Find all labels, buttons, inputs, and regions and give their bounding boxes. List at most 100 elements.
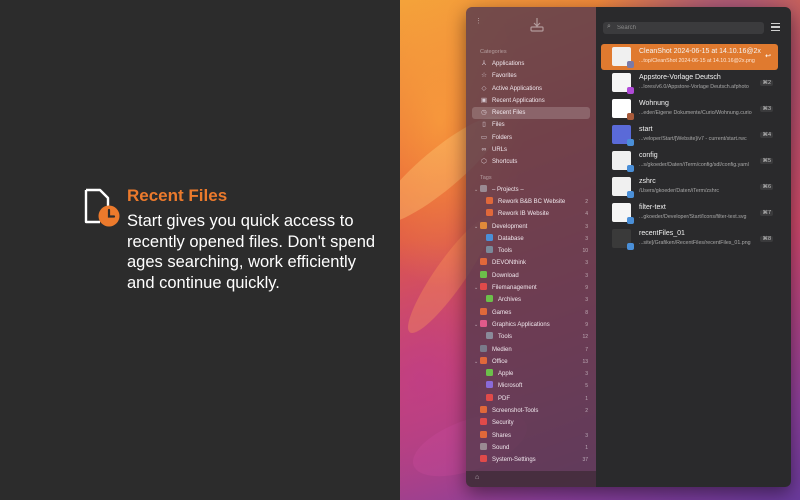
list-item[interactable]: start ...veloper/Start/[Website]/v7 - cur… <box>601 122 778 148</box>
tag-item[interactable]: ⌄ Office 13 <box>466 356 596 368</box>
star-icon: ☆ <box>481 72 487 80</box>
file-thumbnail <box>612 229 634 250</box>
tag-count: 10 <box>582 248 588 255</box>
file-path: ...lores/v6.0/Appstore-Vorlage Deutsch.a… <box>639 84 749 90</box>
tag-label: Games <box>492 309 512 316</box>
search-icon: ⌕ <box>607 23 611 30</box>
start-logo-icon <box>530 18 544 32</box>
tag-count: 3 <box>585 297 588 304</box>
shortcut-key: ⌘4 <box>760 132 773 138</box>
file-title: start <box>639 126 653 133</box>
tag-label: Security <box>492 420 514 427</box>
tag-item[interactable]: Archives 3 <box>466 294 596 306</box>
tag-item[interactable]: System-Settings 37 <box>466 454 596 466</box>
tag-icon <box>480 283 487 291</box>
sidebar-header: ⋮ <box>466 7 596 45</box>
sidebar-item-folders[interactable]: ▭ Folders <box>466 132 596 144</box>
tag-label: – Projects – <box>492 186 524 193</box>
active-apps-icon: ◇ <box>481 84 487 92</box>
app-badge-icon <box>627 243 634 250</box>
list-item[interactable]: CleanShot 2024-06-15 at 14.10.16@2x ...to… <box>601 44 778 70</box>
chevron-down-icon[interactable]: ⌄ <box>474 184 478 196</box>
list-item[interactable]: recentFiles_01 ...site]/Grafiken/RecentFi… <box>601 226 778 252</box>
list-item[interactable]: Appstore-Vorlage Deutsch ...lores/v6.0/Ap… <box>601 70 778 96</box>
list-item[interactable]: zshrc/Users/gkoeder/Daten/iTerm/zshrc ⌘6 <box>601 174 778 200</box>
shortcut-key: ⌘3 <box>760 106 773 112</box>
tag-item[interactable]: Medien 7 <box>466 344 596 356</box>
file-thumbnail <box>612 73 634 94</box>
promo-title: Recent Files <box>127 186 228 205</box>
sidebar-item-recent-files[interactable]: ◷ Recent Files <box>472 107 590 120</box>
tag-item[interactable]: Tools 10 <box>466 245 596 257</box>
tag-icon <box>480 344 487 352</box>
file-title: zshrc <box>639 178 656 185</box>
tag-count: 8 <box>585 309 588 316</box>
chevron-down-icon[interactable]: ⌄ <box>474 221 478 233</box>
tag-count: 2 <box>585 198 588 205</box>
sidebar-item-urls[interactable]: ∞ URLs <box>466 144 596 156</box>
hamburger-menu-icon[interactable] <box>771 23 780 31</box>
tag-icon <box>486 233 493 241</box>
tag-item[interactable]: Games 8 <box>466 307 596 319</box>
tag-item[interactable]: ⌄ Filemanagement 9 <box>466 282 596 294</box>
search-field[interactable]: ⌕ <box>603 22 764 34</box>
tag-count: 13 <box>582 358 588 365</box>
tag-count: 9 <box>585 285 588 292</box>
tag-label: Rework IB Website <box>498 211 549 218</box>
file-list-pane: ⌕ CleanShot 2024-06-15 at 14.10.16@2x...… <box>596 7 791 487</box>
tag-icon <box>480 406 487 414</box>
tag-item[interactable]: DEVONthink 3 <box>466 257 596 269</box>
promo-panel: Recent Files Start gives you quick acces… <box>0 0 400 500</box>
tag-icon <box>480 442 487 450</box>
search-input[interactable] <box>617 22 757 34</box>
app-badge-icon <box>627 217 634 224</box>
list-item[interactable]: config ...s/gkoeder/Daten/iTerm/config/sd… <box>601 148 778 174</box>
shortcut-key: ⌘5 <box>760 158 773 164</box>
file-path: ...gkoeder/Developer/Start/Icons/filter-… <box>639 214 747 220</box>
tag-item[interactable]: ⌄ Graphics Applications 9 <box>466 319 596 331</box>
shortcuts-icon: ⬡ <box>481 158 487 166</box>
sidebar-item-active-applications[interactable]: ◇ Active Applications <box>466 83 596 95</box>
tag-icon <box>480 184 487 192</box>
tag-icon <box>480 455 487 463</box>
file-path: /Users/gkoeder/Daten/iTerm/zshrc <box>639 188 720 194</box>
tag-count: 3 <box>585 260 588 267</box>
file-path: ...eder/Eigene Dokumente/Curio/Wohnung.c… <box>639 110 752 116</box>
tag-count: 3 <box>585 223 588 230</box>
tag-item[interactable]: Rework IB Website 4 <box>466 208 596 220</box>
list-item[interactable]: Wohnung ...eder/Eigene Dokumente/Curio/Wo… <box>601 96 778 122</box>
sidebar-item-shortcuts[interactable]: ⬡ Shortcuts <box>466 156 596 168</box>
tag-icon <box>486 369 493 377</box>
sidebar-item-applications[interactable]: ⅄ Applications <box>466 58 596 70</box>
tag-item[interactable]: Apple 3 <box>466 368 596 380</box>
drag-handle-icon[interactable]: ⋮ <box>475 17 482 25</box>
tag-item[interactable]: ⌄ Development 3 <box>466 221 596 233</box>
tag-item[interactable]: Screenshot-Tools 2 <box>466 405 596 417</box>
tag-label: Office <box>492 358 508 365</box>
sidebar-item-files[interactable]: ▯ Files <box>466 119 596 131</box>
list-item[interactable]: filter-text ...gkoeder/Developer/Start/Ic… <box>601 200 778 226</box>
tag-item[interactable]: Download 3 <box>466 270 596 282</box>
tag-item[interactable]: PDF 1 <box>466 393 596 405</box>
app-badge-icon <box>627 139 634 146</box>
tag-item[interactable]: Rework B&B BC Website 2 <box>466 196 596 208</box>
tag-item[interactable]: Sound 1 <box>466 442 596 454</box>
tag-item[interactable]: Security <box>466 417 596 429</box>
file-thumbnail <box>612 177 634 198</box>
tag-count: 3 <box>585 371 588 378</box>
tag-label: Sound <box>492 444 510 451</box>
tag-item[interactable]: ⌄ – Projects – <box>466 184 596 196</box>
sidebar-item-recent-applications[interactable]: ▣ Recent Applications <box>466 95 596 107</box>
tag-settings-icon[interactable]: ⌂ <box>475 474 479 481</box>
chevron-down-icon[interactable]: ⌄ <box>474 319 478 331</box>
tag-item[interactable]: Microsoft 5 <box>466 380 596 392</box>
chevron-down-icon[interactable]: ⌄ <box>474 356 478 368</box>
app-badge-icon <box>627 191 634 198</box>
tag-item[interactable]: Tools 12 <box>466 331 596 343</box>
chevron-down-icon[interactable]: ⌄ <box>474 282 478 294</box>
tag-count: 12 <box>582 334 588 341</box>
tag-item[interactable]: Shares 3 <box>466 430 596 442</box>
tag-item[interactable]: Database 3 <box>466 233 596 245</box>
sidebar-item-favorites[interactable]: ☆ Favorites <box>466 70 596 82</box>
file-path: ...s/gkoeder/Daten/iTerm/config/sdl/conf… <box>639 162 749 168</box>
